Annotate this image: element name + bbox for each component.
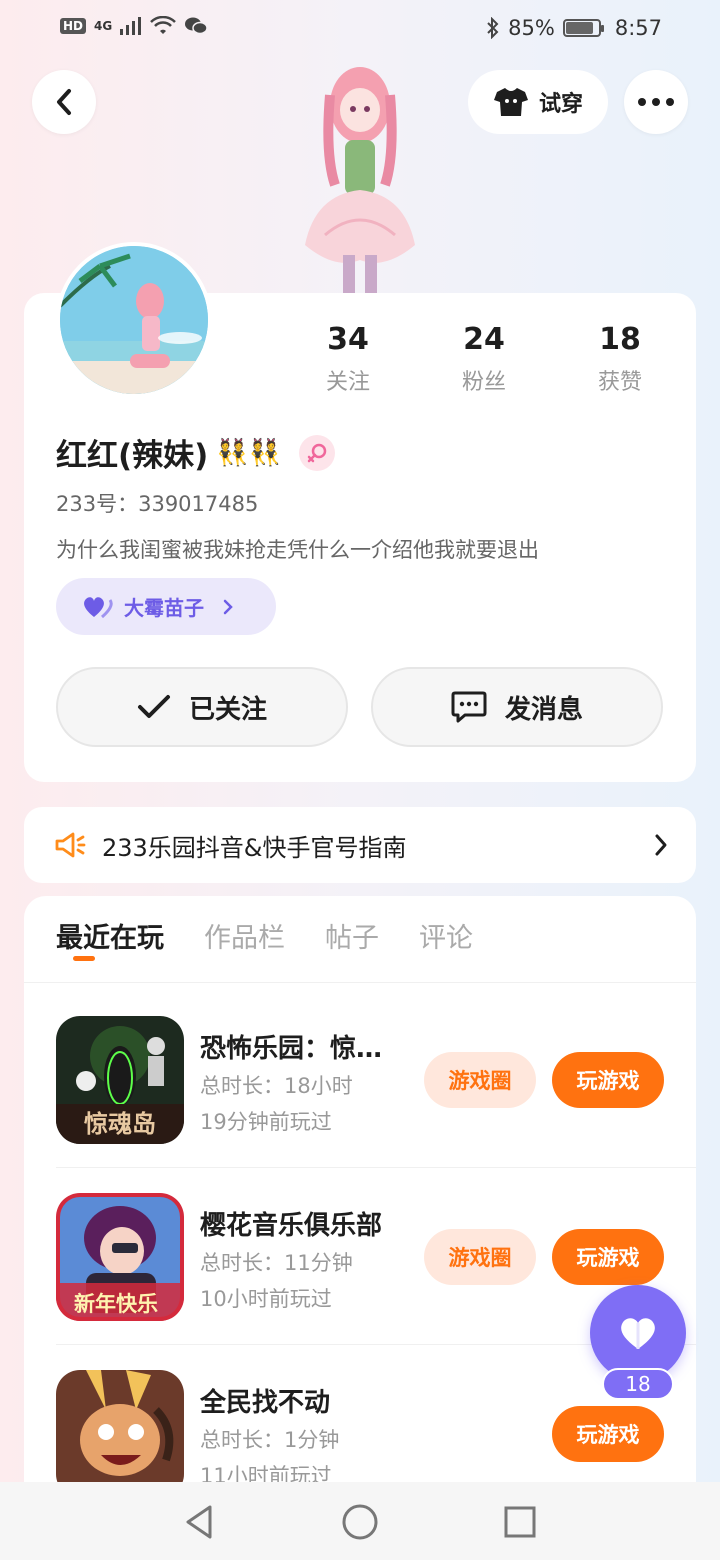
wechat-icon	[185, 17, 208, 35]
stat-likes[interactable]: 18 获赞	[560, 322, 680, 396]
game-duration: 总时长：18小时	[200, 1074, 353, 1098]
status-bar: HD 4G 85% 8:57	[0, 0, 720, 58]
like-count: 18	[602, 1368, 674, 1400]
clock: 8:57	[614, 16, 662, 40]
stat-following-value: 34	[327, 322, 369, 357]
name-row: 红红(辣妹) 👯👯	[56, 430, 336, 475]
game-circle-button[interactable]: 游戏圈	[424, 1052, 536, 1108]
stat-fans[interactable]: 24 粉丝	[424, 322, 544, 396]
stat-fans-value: 24	[463, 322, 505, 357]
status-right: 85% 8:57	[486, 16, 662, 40]
bio: 为什么我闺蜜被我妹抢走凭什么一介绍他我就要退出	[56, 538, 539, 562]
game-title: 全民找不动	[200, 1388, 331, 1418]
tag-chip[interactable]: 大霉苗子	[56, 578, 276, 635]
notice-text: 233乐园抖音&快手官号指南	[102, 833, 407, 862]
tab-works[interactable]: 作品栏	[204, 916, 285, 966]
chevron-left-icon	[57, 89, 71, 115]
follow-button[interactable]: 已关注	[56, 667, 348, 747]
hd-badge: HD	[60, 18, 87, 34]
battery-percent: 85%	[508, 16, 555, 40]
game-icon[interactable]: 惊魂岛	[56, 1016, 184, 1144]
game-duration: 总时长：11分钟	[200, 1251, 353, 1275]
game-icon-text: 惊魂岛	[84, 1110, 156, 1138]
user-id-value: 339017485	[138, 492, 259, 516]
chat-icon	[451, 691, 487, 723]
avatar-image	[60, 246, 208, 394]
message-label: 发消息	[504, 694, 583, 725]
game-title: 恐怖乐园：惊魂岛	[200, 1034, 400, 1064]
follow-label: 已关注	[188, 694, 267, 725]
battery-fill	[565, 22, 594, 34]
stat-fans-label: 粉丝	[461, 370, 506, 395]
heart-badge-icon	[84, 596, 113, 618]
stat-following[interactable]: 34 关注	[288, 322, 408, 396]
stat-likes-label: 获赞	[597, 370, 642, 395]
play-game-button[interactable]: 玩游戏	[552, 1406, 664, 1462]
avatar[interactable]	[56, 242, 212, 398]
heart-icon	[621, 1318, 655, 1349]
nav-back-icon[interactable]	[180, 1502, 220, 1542]
stat-likes-value: 18	[599, 322, 641, 357]
tab-bar: 最近在玩 作品栏 帖子 评论	[56, 916, 473, 966]
user-id: 233号：339017485	[56, 488, 258, 518]
wifi-icon	[150, 16, 177, 34]
game-circle-button[interactable]: 游戏圈	[424, 1229, 536, 1285]
system-nav-bar	[0, 1482, 720, 1560]
tag-label: 大霉苗子	[124, 596, 204, 620]
tshirt-icon	[493, 88, 528, 116]
tryon-button[interactable]: 试穿	[468, 70, 608, 134]
signal-icon	[120, 17, 142, 35]
user-id-label: 233号：	[56, 492, 139, 516]
name-emoji: 👯👯	[216, 437, 282, 468]
chevron-right-icon	[223, 599, 233, 614]
megaphone-icon	[55, 832, 86, 858]
message-button[interactable]: 发消息	[371, 667, 663, 747]
more-dots-icon	[638, 98, 674, 106]
tryon-label: 试穿	[538, 92, 583, 117]
network-label: 4G	[94, 19, 113, 33]
play-game-button[interactable]: 玩游戏	[552, 1229, 664, 1285]
battery-icon	[562, 19, 604, 37]
game-last-played: 10小时前玩过	[200, 1287, 332, 1311]
game-row[interactable]: 全民找不动 总时长：1分钟 11小时前玩过 玩游戏	[56, 1370, 664, 1500]
female-icon	[299, 434, 336, 471]
notice-banner[interactable]: 233乐园抖音&快手官号指南	[24, 807, 696, 883]
game-row[interactable]: 新年快乐 樱花音乐俱乐部 总时长：11分钟 10小时前玩过 游戏圈 玩游戏	[56, 1193, 696, 1345]
more-button[interactable]	[624, 70, 688, 134]
check-icon	[137, 695, 170, 718]
stat-following-label: 关注	[325, 370, 370, 395]
tabs-divider	[24, 982, 696, 983]
status-left: HD 4G	[60, 16, 208, 36]
tab-indicator	[73, 956, 95, 961]
username: 红红(辣妹)	[56, 438, 209, 474]
bluetooth-icon	[487, 17, 499, 39]
nav-recents-icon[interactable]	[500, 1502, 540, 1542]
tab-posts[interactable]: 帖子	[325, 916, 379, 966]
game-title: 樱花音乐俱乐部	[200, 1211, 383, 1241]
game-last-played: 19分钟前玩过	[200, 1110, 332, 1134]
game-icon[interactable]	[56, 1370, 184, 1498]
like-button[interactable]	[590, 1285, 686, 1381]
game-row[interactable]: 惊魂岛 恐怖乐园：惊魂岛 总时长：18小时 19分钟前玩过 游戏圈 玩游戏	[56, 1016, 696, 1168]
avatar-3d-figure[interactable]	[275, 55, 445, 295]
chevron-right-icon	[655, 834, 667, 856]
game-icon[interactable]: 新年快乐	[56, 1193, 184, 1321]
back-button[interactable]	[32, 70, 96, 134]
play-game-button[interactable]: 玩游戏	[552, 1052, 664, 1108]
game-duration: 总时长：1分钟	[200, 1428, 340, 1452]
content-card: 最近在玩 作品栏 帖子 评论 惊魂岛 恐怖乐园：惊魂岛 总时长：18小时 19分…	[24, 896, 696, 1516]
game-icon-text: 新年快乐	[74, 1292, 158, 1316]
nav-home-icon[interactable]	[340, 1502, 380, 1542]
tab-comments[interactable]: 评论	[419, 916, 473, 966]
